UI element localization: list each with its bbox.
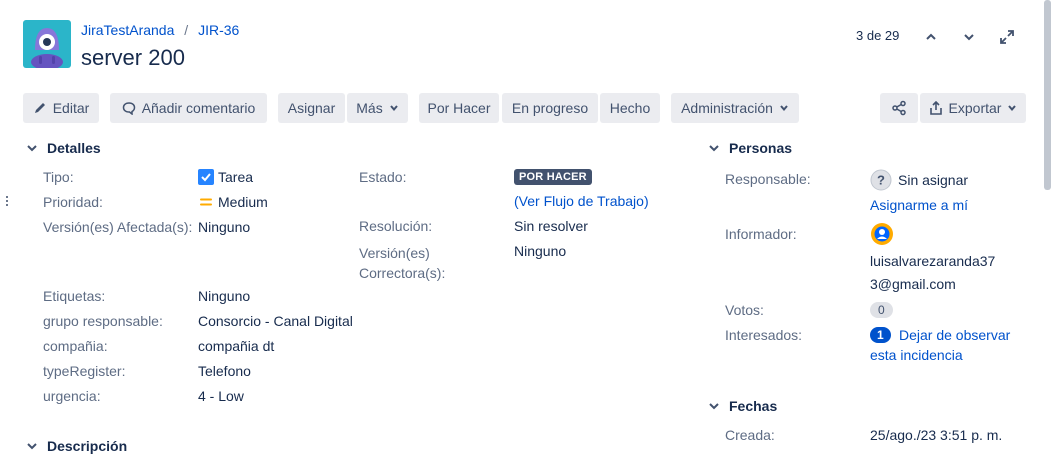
type-label: Tipo: xyxy=(43,169,74,185)
expand-icon[interactable] xyxy=(994,24,1020,50)
chevron-down-icon xyxy=(27,443,37,450)
fix-versions-label-line2: Correctora(s): xyxy=(359,265,446,281)
export-icon xyxy=(929,101,942,115)
todo-label: Por Hacer xyxy=(427,100,491,116)
add-comment-button[interactable]: Añadir comentario xyxy=(110,93,267,123)
people-heading: Personas xyxy=(729,140,793,156)
reporter-email-line1: luisalvarezaranda37 xyxy=(870,253,996,269)
priority-label: Prioridad: xyxy=(43,194,103,210)
more-button[interactable]: Más xyxy=(347,93,408,123)
labels-label: Etiquetas: xyxy=(43,288,106,304)
fix-versions-value: Ninguno xyxy=(514,243,567,259)
user-avatar-icon xyxy=(871,223,893,245)
urgency-value: 4 - Low xyxy=(198,388,244,404)
add-comment-label: Añadir comentario xyxy=(141,100,256,116)
description-heading: Descripción xyxy=(47,438,128,454)
export-label: Exportar xyxy=(948,100,1002,116)
type-value: Tarea xyxy=(198,169,253,185)
affected-versions-value: Ninguno xyxy=(198,219,251,235)
chevron-down-icon[interactable] xyxy=(956,24,982,50)
reporter-email[interactable]: luisalvarezaranda37 3@gmail.com xyxy=(870,250,995,296)
checkbox-icon xyxy=(198,169,214,185)
project-avatar[interactable] xyxy=(23,20,71,68)
assignee-value-text: Sin asignar xyxy=(898,172,969,188)
priority-medium-icon xyxy=(200,198,212,206)
chevron-down-icon xyxy=(389,105,398,112)
scrollbar[interactable] xyxy=(1044,0,1051,190)
share-button[interactable] xyxy=(880,93,918,123)
company-label: compañia: xyxy=(43,338,108,354)
comment-icon xyxy=(122,102,135,115)
typeregister-value: Telefono xyxy=(198,363,251,379)
reporter-email-line2: 3@gmail.com xyxy=(870,276,956,292)
dates-section-toggle[interactable]: Fechas xyxy=(707,398,777,414)
done-label: Hecho xyxy=(609,100,651,116)
watchers-label: Interesados: xyxy=(725,327,803,343)
edit-button[interactable]: Editar xyxy=(23,93,99,123)
votes-count-badge[interactable]: 0 xyxy=(870,302,893,318)
details-section-toggle[interactable]: Detalles xyxy=(25,140,101,156)
chevron-down-icon xyxy=(27,145,37,152)
resize-handle[interactable] xyxy=(6,196,9,206)
priority-value: Medium xyxy=(198,194,268,210)
more-label: Más xyxy=(356,100,383,116)
assign-to-me-link[interactable]: Asignarme a mí xyxy=(870,197,968,213)
typeregister-label: typeRegister: xyxy=(43,363,126,379)
labels-value: Ninguno xyxy=(198,288,251,304)
watchers-count-badge[interactable]: 1 xyxy=(870,327,891,343)
page-title: server 200 xyxy=(81,45,185,70)
assign-button[interactable]: Asignar xyxy=(278,93,345,123)
breadcrumb-separator: / xyxy=(184,22,189,38)
company-value: compañia dt xyxy=(198,338,275,354)
pencil-icon xyxy=(34,103,45,113)
group-label: grupo responsable: xyxy=(43,313,163,329)
stop-watching-link-line1[interactable]: Dejar de observar xyxy=(899,327,1010,343)
chevron-down-icon xyxy=(1008,105,1017,112)
view-workflow-link[interactable]: (Ver Flujo de Trabajo) xyxy=(514,193,649,209)
type-value-text: Tarea xyxy=(218,169,254,185)
votes-label: Votos: xyxy=(725,302,764,318)
admin-label: Administración xyxy=(681,100,773,116)
fix-versions-label-line1: Versión(es) xyxy=(359,245,430,261)
stop-watching-link-line2[interactable]: esta incidencia xyxy=(870,347,963,363)
edit-button-label: Editar xyxy=(52,100,90,116)
resolution-label: Resolución: xyxy=(359,218,433,234)
breadcrumb-issue-key[interactable]: JIR-36 xyxy=(198,22,239,38)
group-value: Consorcio - Canal Digital xyxy=(198,313,353,329)
chevron-up-icon[interactable] xyxy=(918,24,944,50)
created-label: Creada: xyxy=(725,427,775,443)
done-button[interactable]: Hecho xyxy=(600,93,660,123)
description-section-toggle[interactable]: Descripción xyxy=(25,438,127,454)
status-label: Estado: xyxy=(359,169,407,185)
in-progress-label: En progreso xyxy=(511,100,589,116)
reporter-label: Informador: xyxy=(725,226,797,242)
reporter-avatar xyxy=(870,222,894,249)
svg-text:?: ? xyxy=(877,173,885,188)
share-icon xyxy=(892,100,906,116)
assignee-value: ? Sin asignar xyxy=(870,169,968,191)
affected-versions-label: Versión(es) Afectada(s): xyxy=(43,219,193,235)
dates-heading: Fechas xyxy=(729,398,778,414)
fix-versions-label: Versión(es) Correctora(s): xyxy=(359,243,445,283)
urgency-label: urgencia: xyxy=(43,388,101,404)
breadcrumb-project[interactable]: JiraTestAranda xyxy=(81,22,174,38)
todo-button[interactable]: Por Hacer xyxy=(419,93,499,123)
unknown-user-icon: ? xyxy=(870,169,892,191)
in-progress-button[interactable]: En progreso xyxy=(502,93,598,123)
assign-label: Asignar xyxy=(287,100,336,116)
priority-value-text: Medium xyxy=(218,194,268,210)
breadcrumb: JiraTestAranda / JIR-36 xyxy=(81,22,239,38)
chevron-down-icon xyxy=(709,145,719,152)
admin-button[interactable]: Administración xyxy=(671,93,799,123)
resolution-value: Sin resolver xyxy=(514,218,588,234)
people-section-toggle[interactable]: Personas xyxy=(707,140,792,156)
created-value: 25/ago./23 3:51 p. m. xyxy=(870,427,1003,443)
issue-pager-count: 3 de 29 xyxy=(856,28,900,43)
chevron-down-icon xyxy=(709,403,719,410)
chevron-down-icon xyxy=(780,105,788,112)
details-heading: Detalles xyxy=(47,140,101,156)
export-button[interactable]: Exportar xyxy=(920,93,1026,123)
status-badge: POR HACER xyxy=(514,169,592,185)
assignee-label: Responsable: xyxy=(725,171,811,187)
